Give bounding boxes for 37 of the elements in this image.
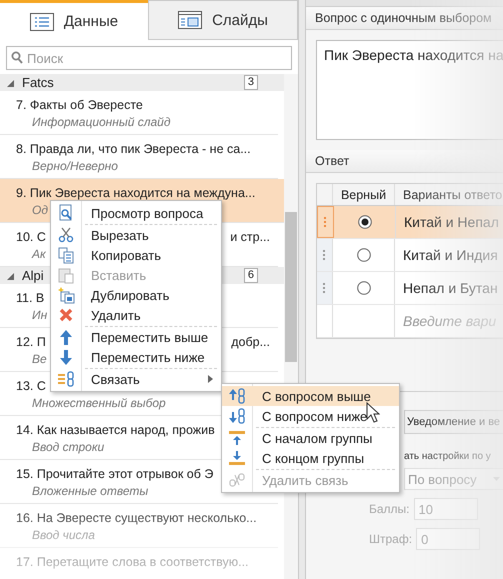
- item-title: 11. В: [16, 290, 44, 307]
- item-title: 14. Как называется народ, прожив: [16, 422, 215, 439]
- item-type: Ве: [32, 351, 47, 367]
- answer-text: Китай и Индия: [402, 246, 499, 265]
- item-title-end: добр...: [231, 334, 270, 351]
- group-count: 6: [244, 268, 258, 283]
- group-count: 3: [244, 75, 258, 90]
- item-title-end: и стр...: [230, 229, 270, 246]
- column-header: Варианты ответо: [402, 186, 503, 204]
- item-title: 9. Пик Эвереста находится на междуна...: [16, 185, 256, 202]
- item-type: Верно/Неверно: [32, 158, 118, 174]
- item-title: 12. П: [16, 334, 46, 351]
- item-type: Вложенные ответы: [32, 483, 148, 499]
- group-name: Alpi: [22, 268, 44, 283]
- settings-label: ать настройки по у: [404, 451, 492, 462]
- section-header: Вопрос с одиночным выбором: [306, 7, 503, 30]
- item-type: Информационный слайд: [32, 114, 170, 130]
- item-type: Ввод строки: [32, 439, 104, 455]
- item-title: 10. С: [16, 229, 46, 246]
- item-title: 17. Перетащите слова в соответствую...: [16, 554, 249, 571]
- item-type: Множественный выбор: [32, 395, 166, 411]
- group-name: Fatcs: [22, 75, 54, 90]
- item-type: Од: [32, 202, 48, 218]
- item-type: Ин: [32, 307, 48, 323]
- section-header: Ответ: [306, 150, 503, 173]
- column-header: Верный: [333, 184, 395, 205]
- item-title: 13. С: [16, 378, 46, 395]
- field-label: Штраф:: [369, 532, 412, 546]
- item-title: 8. Правда ли, что пик Эвереста - не са...: [16, 141, 251, 158]
- item-type: Ак: [32, 246, 46, 262]
- answer-text: Непал и Бутан: [402, 279, 499, 298]
- answer-text: Китай и Непал: [403, 213, 500, 232]
- item-title: 7. Факты об Эвересте: [16, 97, 143, 114]
- item-title: 16. На Эвересте существуют несколько...: [16, 510, 257, 527]
- item-title: 15. Прочитайте этот отрывок об Э: [16, 466, 214, 483]
- field-label: Баллы:: [369, 502, 410, 516]
- item-type: Ввод числа: [32, 527, 95, 543]
